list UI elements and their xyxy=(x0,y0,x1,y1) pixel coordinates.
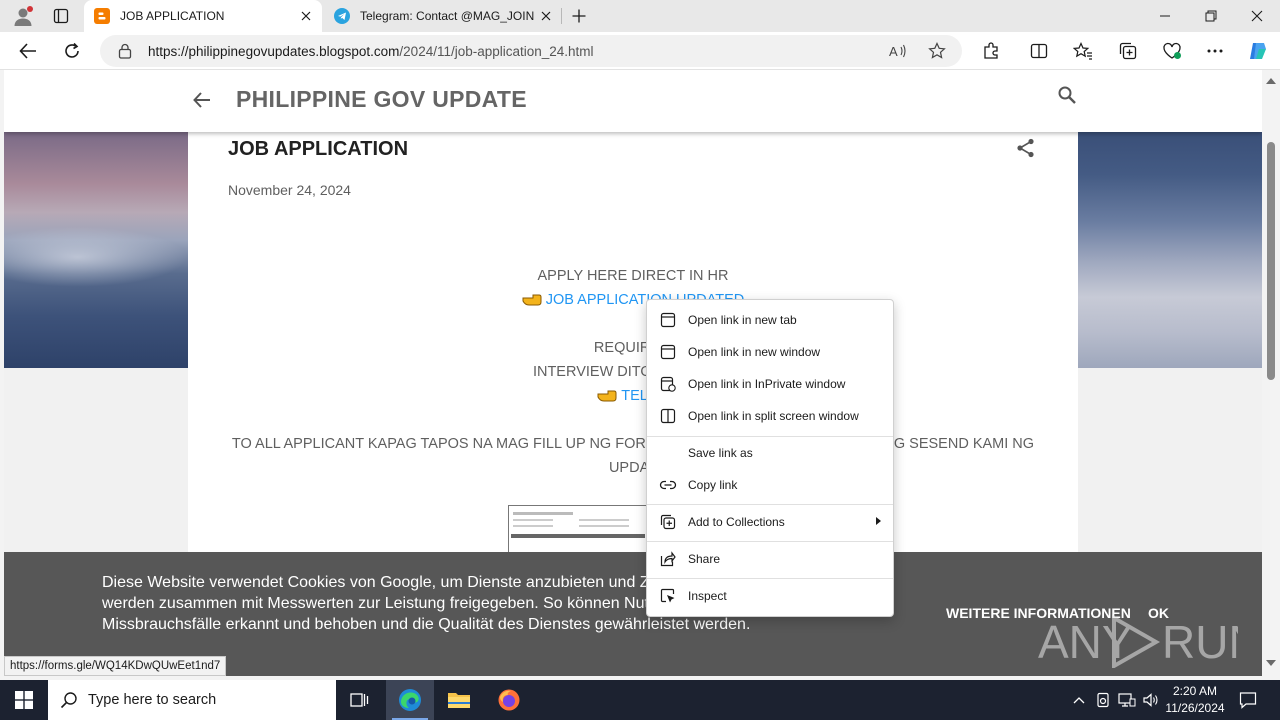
post-link-row: TELEG xyxy=(188,388,1078,404)
telegram-icon xyxy=(334,8,350,24)
share-icon xyxy=(659,550,677,568)
split-screen-icon[interactable] xyxy=(1027,40,1051,62)
clock-date: 11/26/2024 xyxy=(1165,701,1225,715)
tab-telegram[interactable]: Telegram: Contact @MAG_JOIN_ xyxy=(324,0,562,32)
post-title: JOB APPLICATION xyxy=(228,138,409,160)
menu-inspect[interactable]: Inspect xyxy=(647,580,893,612)
refresh-icon[interactable] xyxy=(57,36,87,66)
tab-strip: JOB APPLICATION Telegram: Contact @MAG_J… xyxy=(0,0,1280,32)
new-tab-icon[interactable] xyxy=(566,4,592,28)
copilot-icon[interactable] xyxy=(1246,40,1270,62)
menu-separator xyxy=(647,541,893,542)
status-url: https://forms.gle/WQ14KDwQUwEet1nd7 xyxy=(4,656,227,676)
search-placeholder: Type here to search xyxy=(88,692,217,708)
minimize-icon[interactable] xyxy=(1142,0,1188,32)
more-menu-icon[interactable] xyxy=(1203,40,1227,62)
pointing-hand-icon xyxy=(597,388,617,402)
tab-job-application[interactable]: JOB APPLICATION xyxy=(84,0,322,32)
svg-text:ANY: ANY xyxy=(1038,616,1133,668)
blogger-icon xyxy=(94,8,110,24)
menu-open-new-window[interactable]: Open link in new window xyxy=(647,336,893,368)
menu-share[interactable]: Share xyxy=(647,543,893,575)
post-text: REQUIREM xyxy=(593,340,673,356)
post-text: UPDAT xyxy=(608,460,658,476)
post-text: TO ALL APPLICANT KAPAG TAPOS NA MAG FILL… xyxy=(231,436,1035,452)
menu-open-inprivate[interactable]: Open link in InPrivate window xyxy=(647,368,893,400)
menu-open-new-tab[interactable]: Open link in new tab xyxy=(647,304,893,336)
close-tab-icon[interactable] xyxy=(294,4,318,28)
new-tab-icon xyxy=(659,311,677,329)
tab-title: Telegram: Contact @MAG_JOIN_ xyxy=(360,9,534,23)
browser-essentials-icon[interactable] xyxy=(1160,40,1184,62)
background-image-right xyxy=(1078,132,1262,368)
extensions-icon[interactable] xyxy=(979,40,1003,62)
svg-text:RUN: RUN xyxy=(1162,616,1238,668)
background-image-left xyxy=(4,132,188,368)
navigation-bar: https://philippinegovupdates.blogspot.co… xyxy=(0,32,1280,70)
file-explorer-icon[interactable] xyxy=(435,680,483,720)
submenu-arrow-icon xyxy=(876,517,881,525)
clock-time: 2:20 AM xyxy=(1172,684,1218,698)
lock-icon[interactable] xyxy=(118,43,132,59)
device-icon[interactable] xyxy=(1092,690,1114,710)
back-arrow-icon[interactable] xyxy=(188,86,216,114)
close-window-icon[interactable] xyxy=(1234,0,1280,32)
menu-separator xyxy=(647,578,893,579)
read-aloud-icon[interactable]: A xyxy=(888,41,908,61)
menu-copy-link[interactable]: Copy link xyxy=(647,469,893,501)
network-icon[interactable] xyxy=(1116,690,1138,710)
page-scrollbar[interactable] xyxy=(1262,70,1280,676)
blog-title[interactable]: PHILIPPINE GOV UPDATE xyxy=(236,86,527,113)
task-view-icon[interactable] xyxy=(336,680,384,720)
tab-actions-icon[interactable] xyxy=(46,4,76,28)
windows-start-icon[interactable] xyxy=(0,680,48,720)
post-text: INTERVIEW DITO SUMALI SA xyxy=(532,364,734,380)
address-bar[interactable]: https://philippinegovupdates.blogspot.co… xyxy=(100,35,962,67)
edge-taskbar-icon[interactable] xyxy=(386,680,434,720)
restore-icon[interactable] xyxy=(1188,0,1234,32)
scroll-down-icon[interactable] xyxy=(1266,660,1276,666)
url-text[interactable]: https://philippinegovupdates.blogspot.co… xyxy=(148,44,594,59)
web-page: PHILIPPINE GOV UPDATE JOB APPLICATION No… xyxy=(4,70,1262,676)
menu-separator xyxy=(647,504,893,505)
post-text: APPLY HERE DIRECT IN HR xyxy=(537,268,729,284)
close-tab-icon[interactable] xyxy=(534,4,558,28)
menu-add-to-collections[interactable]: Add to Collections xyxy=(647,506,893,538)
link-icon xyxy=(659,476,677,494)
taskbar-clock[interactable]: 2:20 AM 11/26/2024 xyxy=(1156,683,1234,717)
back-arrow-icon[interactable] xyxy=(13,36,43,66)
split-screen-icon xyxy=(659,407,677,425)
collections-icon xyxy=(659,513,677,531)
new-window-icon xyxy=(659,343,677,361)
favorite-star-icon[interactable] xyxy=(927,41,947,61)
show-hidden-icons[interactable] xyxy=(1068,690,1090,710)
share-icon[interactable] xyxy=(1014,136,1038,160)
favorites-icon[interactable] xyxy=(1071,40,1095,62)
taskbar: Type here to search 2:20 AM 11/26/2024 xyxy=(0,680,1280,720)
context-menu: Open link in new tab Open link in new wi… xyxy=(646,299,894,617)
collections-icon[interactable] xyxy=(1116,40,1140,62)
taskbar-search[interactable]: Type here to search xyxy=(48,680,336,720)
scrollbar-thumb[interactable] xyxy=(1267,142,1275,380)
inprivate-icon xyxy=(659,375,677,393)
scroll-up-icon[interactable] xyxy=(1266,78,1276,84)
post-link-row: JOB APPLICATION UPDATED xyxy=(188,292,1078,308)
menu-save-link-as[interactable]: Save link as xyxy=(647,437,893,469)
anyrun-watermark: ANY RUN xyxy=(1038,612,1238,668)
svg-text:A: A xyxy=(889,44,898,59)
pointing-hand-icon xyxy=(522,292,542,306)
blog-header: PHILIPPINE GOV UPDATE xyxy=(4,70,1262,132)
tab-title: JOB APPLICATION xyxy=(120,9,225,23)
profile-icon[interactable] xyxy=(8,4,38,28)
post-date: November 24, 2024 xyxy=(228,182,351,198)
search-icon[interactable] xyxy=(1054,82,1080,108)
inspect-icon xyxy=(659,587,677,605)
search-icon xyxy=(60,691,78,709)
notification-icon[interactable] xyxy=(1236,688,1260,712)
firefox-icon[interactable] xyxy=(485,680,533,720)
menu-open-split-screen[interactable]: Open link in split screen window xyxy=(647,400,893,432)
